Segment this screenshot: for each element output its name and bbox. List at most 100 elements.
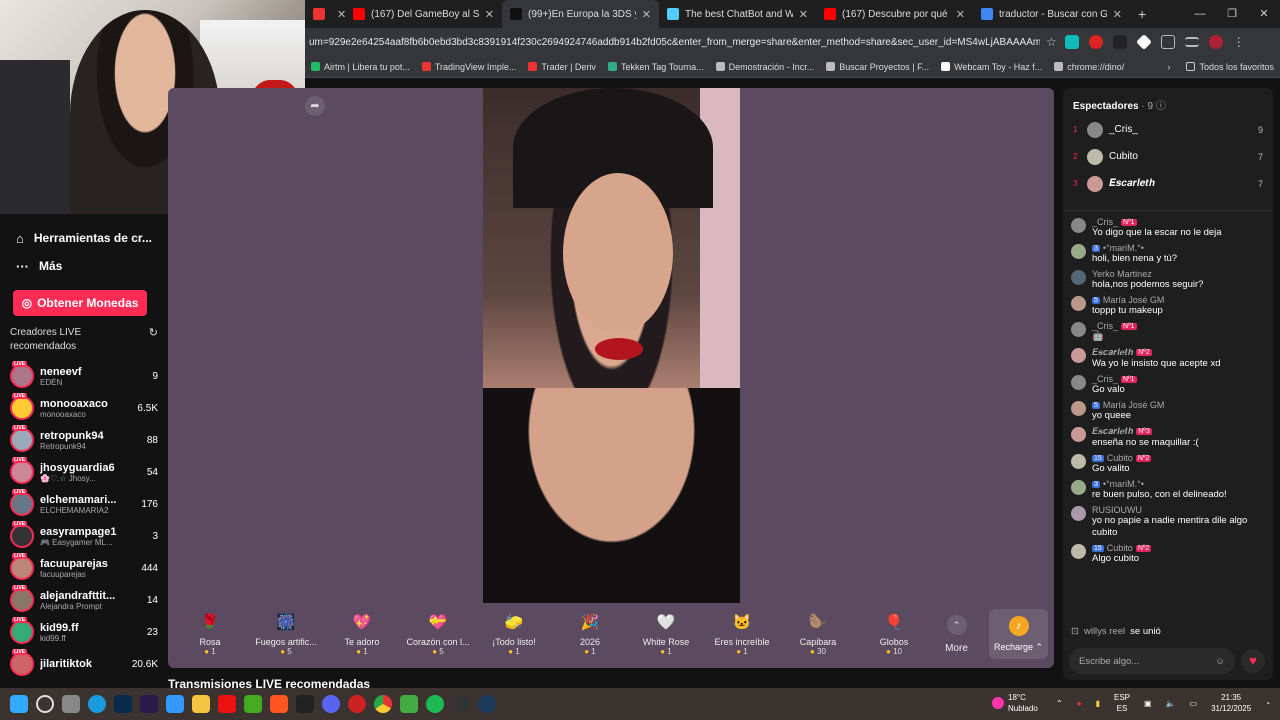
gift-item[interactable]: 💖 Te adoro ● 1 — [324, 612, 400, 656]
tray-mic-icon[interactable]: ▮ — [1096, 699, 1100, 708]
battery-icon[interactable]: ▭ — [1190, 699, 1198, 708]
chat-username[interactable]: Cubito — [1107, 453, 1133, 463]
gift-item[interactable]: 🧽 ¡Todo listo! ● 1 — [476, 612, 552, 656]
gift-item[interactable]: 💝 Corazón con l... ● 5 — [400, 612, 476, 656]
menu-icon[interactable]: ⋮ — [1233, 35, 1245, 49]
close-tab-icon[interactable]: ✕ — [956, 8, 965, 21]
bookmark-item[interactable]: Trader | Deriv — [522, 62, 602, 72]
get-coins-button[interactable]: ◎ Obtener Monedas — [13, 290, 147, 316]
creator-item[interactable]: LIVE easyrampage1 🎮 Easygamer ML... 3 — [0, 520, 168, 552]
folder-icon[interactable] — [192, 695, 210, 713]
discord-icon[interactable] — [322, 695, 340, 713]
new-tab-button[interactable]: + — [1130, 6, 1154, 22]
chat-message[interactable]: _Cris_ Nº1 Yo digo que la escar no le deja — [1063, 217, 1273, 239]
chat-username[interactable]: María José GM — [1103, 295, 1165, 305]
brave-icon[interactable] — [270, 695, 288, 713]
chat-message[interactable]: _Cris_ Nº1 🤖 — [1063, 321, 1273, 343]
steam-icon[interactable] — [478, 695, 496, 713]
sidebar-item-more[interactable]: ··· Más — [0, 252, 168, 280]
chat-message[interactable]: RUSIOUWU yo no papie a nadie mentira dile… — [1063, 505, 1273, 539]
chat-message[interactable]: 15 Cubito Nº2 Go valito — [1063, 453, 1273, 475]
chat-message[interactable]: Yerko Martinez hola,nos podemos seguir? — [1063, 269, 1273, 291]
chat-message[interactable]: 3 •°mariM.°• re buen pulso, con el delinea… — [1063, 479, 1273, 501]
obs-icon[interactable] — [452, 695, 470, 713]
language-indicator[interactable]: ESP ES — [1114, 692, 1130, 714]
minimize-icon[interactable]: — — [1184, 0, 1216, 28]
chat-username[interactable]: Yerko Martinez — [1092, 269, 1152, 279]
top-spectator[interactable]: 1 _Cris_ 9 — [1063, 116, 1273, 143]
creator-item[interactable]: LIVE alejandrafttit... Alejandra Prompt 14 — [0, 584, 168, 616]
browser-tab[interactable]: traductor - Buscar con Google ✕ — [973, 0, 1130, 28]
gift-item[interactable]: 🎉 2026 ● 1 — [552, 612, 628, 656]
chat-message[interactable]: 𝑬𝒔𝒄𝒂𝒓𝒍𝒆𝒕𝒉 Nº3 enseña no se maquillar :( — [1063, 426, 1273, 449]
top-spectator[interactable]: 2 Cubito 7 — [1063, 143, 1273, 170]
chat-message[interactable]: 5 María José GM yo queee — [1063, 400, 1273, 422]
network-icon[interactable]: ▣ — [1144, 699, 1152, 708]
browser-tab[interactable]: (167) Del GameBoy al Switch: L ✕ — [345, 0, 502, 28]
chat-username[interactable]: _Cris_ — [1092, 374, 1118, 384]
app-icon[interactable] — [296, 695, 314, 713]
gift-item[interactable]: 🌹 Rosa ● 1 — [172, 612, 248, 656]
bookmark-item[interactable]: Webcam Toy - Haz f... — [935, 62, 1048, 72]
tiktok-icon[interactable] — [218, 695, 236, 713]
bookmark-item[interactable]: chrome://dino/ — [1048, 62, 1130, 72]
app-icon[interactable] — [400, 695, 418, 713]
browser-tab[interactable]: (99+)En Europa la 3DS ya vale ✕ — [502, 0, 659, 28]
bookmarks-overflow-icon[interactable]: › — [1157, 62, 1180, 72]
browser-tab[interactable]: (167) Descubre por qué la Ninte ✕ — [816, 0, 973, 28]
close-window-icon[interactable]: ✕ — [1248, 0, 1280, 28]
windows-start-icon[interactable] — [10, 695, 28, 713]
chat-username[interactable]: _Cris_ — [1092, 217, 1118, 227]
gift-item[interactable]: 🐱 Eres increíble ● 1 — [704, 612, 780, 656]
app-icon[interactable] — [348, 695, 366, 713]
refresh-icon[interactable]: ↻ — [149, 326, 158, 340]
chat-username[interactable]: 𝑬𝒔𝒄𝒂𝒓𝒍𝒆𝒕𝒉 — [1092, 347, 1133, 358]
creator-item[interactable]: LIVE jhosyguardia6 🌸♡.☆ Jhosy... 54 — [0, 456, 168, 488]
all-bookmarks[interactable]: Todos los favoritos — [1180, 62, 1280, 72]
creator-item[interactable]: LIVE retropunk94 Retropunk94 88 — [0, 424, 168, 456]
close-tab-icon[interactable]: ✕ — [799, 8, 808, 21]
tray-chevron-icon[interactable]: ⌃ — [1056, 699, 1063, 708]
url-text[interactable]: um=929e2e64254aaf8fb6b0ebd3bd3c8391914f2… — [305, 37, 1040, 48]
notifications-icon[interactable]: ◔ — [1265, 699, 1270, 708]
media-icon[interactable] — [1184, 37, 1199, 47]
bookmark-item[interactable]: Buscar Proyectos | F... — [820, 62, 935, 72]
gift-item[interactable]: 🦫 Capibara ● 30 — [780, 612, 856, 656]
chrome-icon[interactable] — [374, 695, 392, 713]
bookmark-item[interactable]: Demostración - Incr... — [710, 62, 821, 72]
bookmark-item[interactable]: Tekken Tag Tourna... — [602, 62, 710, 72]
spotify-icon[interactable] — [426, 695, 444, 713]
search-icon[interactable] — [36, 695, 54, 713]
photoshop-icon[interactable] — [114, 695, 132, 713]
creator-item[interactable]: LIVE jilaritiktok 20.6K — [0, 648, 168, 680]
chat-input[interactable]: Escribe algo... ☺ — [1069, 648, 1235, 674]
share-icon[interactable]: ➦ — [305, 96, 325, 116]
tray-app-icon[interactable]: ● — [1077, 699, 1082, 708]
chat-username[interactable]: Cubito — [1107, 543, 1133, 553]
bookmark-star-icon[interactable]: ☆ — [1046, 35, 1057, 49]
chat-username[interactable]: •°mariM.°• — [1103, 479, 1144, 489]
chat-message[interactable]: 𝑬𝒔𝒄𝒂𝒓𝒍𝒆𝒕𝒉 Nº2 Wa yo le insisto que acepte … — [1063, 347, 1273, 370]
bookmark-item[interactable]: Airtm | Libera tu pot... — [305, 62, 416, 72]
sidebar-item-creator-tools[interactable]: ⌂ Herramientas de cr... — [0, 224, 168, 252]
extension-icon[interactable] — [1064, 35, 1079, 49]
live-video[interactable] — [483, 88, 740, 603]
chat-message[interactable]: 3 •°mariM.°• holi, bien nena y tú? — [1063, 243, 1273, 265]
chat-message[interactable]: 15 Cubito Nº2 Algo cubito — [1063, 543, 1273, 565]
edge-icon[interactable] — [88, 695, 106, 713]
gift-item[interactable]: 🎆 Fuegos artific... ● 5 — [248, 612, 324, 656]
chat-username[interactable]: _Cris_ — [1092, 321, 1118, 331]
chat-message[interactable]: _Cris_ Nº1 Go valo — [1063, 374, 1273, 396]
premiere-icon[interactable] — [140, 695, 158, 713]
browser-tab[interactable]: ✕ — [305, 0, 346, 28]
close-tab-icon[interactable]: ✕ — [1113, 8, 1122, 21]
taskview-icon[interactable] — [62, 695, 80, 713]
minecraft-icon[interactable] — [244, 695, 262, 713]
bookmark-item[interactable]: TradingView Imple... — [416, 62, 523, 72]
top-spectator[interactable]: 3 𝑬𝒔𝒄𝒂𝒓𝒍𝒆𝒕𝒉 7 — [1063, 170, 1273, 197]
browser-tab[interactable]: The best ChatBot and Widgets ✕ — [659, 0, 816, 28]
close-tab-icon[interactable]: ✕ — [642, 8, 651, 21]
extension-icon[interactable] — [1112, 35, 1127, 49]
chat-username[interactable]: •°mariM.°• — [1103, 243, 1144, 253]
chat-message[interactable]: 5 María José GM toppp tu makeup — [1063, 295, 1273, 317]
